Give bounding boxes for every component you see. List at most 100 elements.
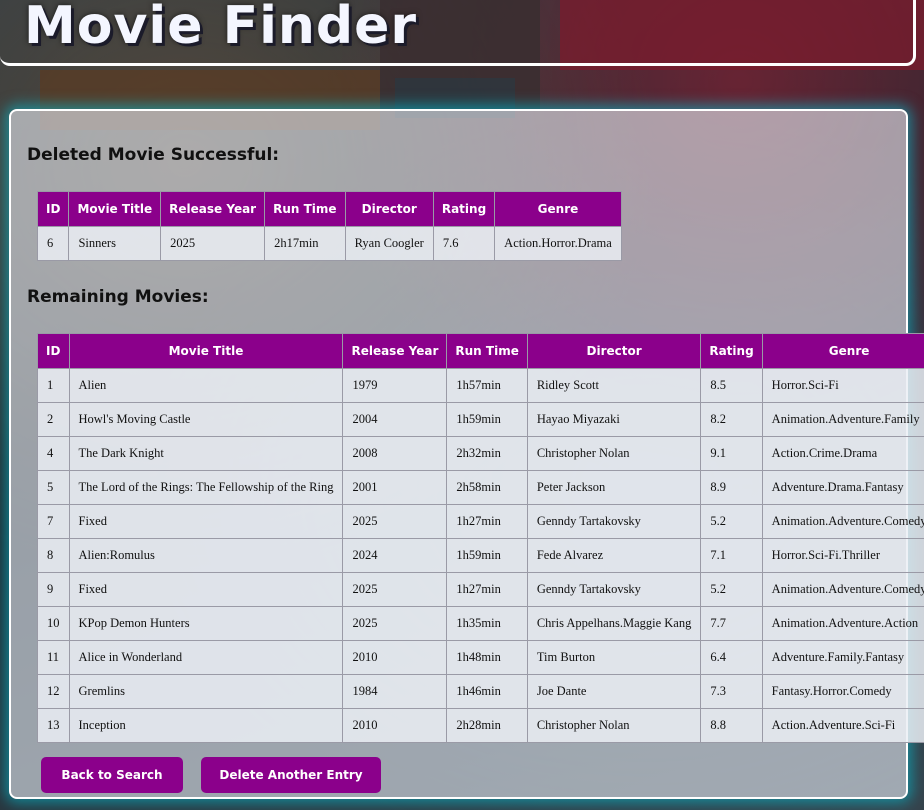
table-cell: Genndy Tartakovsky [526, 504, 702, 539]
column-header: Movie Title [68, 191, 162, 227]
table-cell: Genndy Tartakovsky [526, 572, 702, 607]
column-header: Run Time [264, 191, 346, 227]
column-header: ID [37, 333, 70, 369]
column-header: Genre [494, 191, 622, 227]
table-cell: 8 [37, 538, 70, 573]
column-header: Release Year [160, 191, 266, 227]
column-header: Director [344, 191, 434, 227]
app-header: Movie Finder [0, 0, 916, 66]
table-row: 7 Fixed 2025 1h27min Genndy Tartakovsky 5.2 An… [37, 504, 924, 539]
column-header: Genre [761, 333, 924, 369]
table-cell: 8.2 [700, 402, 763, 437]
table-cell: Adventure.Family.Fantasy [761, 640, 924, 675]
table-cell: 2h32min [446, 436, 528, 471]
table-cell: Action.Crime.Drama [761, 436, 924, 471]
table-cell: Christopher Nolan [526, 708, 702, 743]
table-row: 10 KPop Demon Hunters 2025 1h35min Chris App… [37, 606, 924, 641]
table-cell: 8.9 [700, 470, 763, 505]
table-cell: 2010 [342, 640, 448, 675]
table-cell: 1984 [342, 674, 448, 709]
table-cell: 6 [36, 226, 70, 261]
table-cell: 5 [37, 470, 70, 505]
table-cell: 1h59min [446, 538, 528, 573]
table-cell: Alien [68, 368, 344, 403]
table-cell: Fantasy.Horror.Comedy [761, 674, 924, 709]
column-header: Release Year [342, 333, 448, 369]
table-cell: Fixed [68, 504, 344, 539]
column-header: ID [36, 191, 70, 227]
table-cell: 11 [37, 640, 70, 675]
table-cell: 2010 [342, 708, 448, 743]
table-cell: 7.7 [700, 606, 763, 641]
table-cell: 7.6 [432, 226, 496, 261]
table-row: 9 Fixed 2025 1h27min Genndy Tartakovsky 5.2 An… [37, 572, 924, 607]
table-cell: Alice in Wonderland [68, 640, 344, 675]
back-to-search-button[interactable]: Back to Search [41, 757, 183, 793]
table-cell: Hayao Miyazaki [526, 402, 702, 437]
table-cell: 5.2 [700, 504, 763, 539]
table-cell: 2025 [342, 606, 448, 641]
table-cell: 2 [37, 402, 70, 437]
table-cell: Tim Burton [526, 640, 702, 675]
delete-another-entry-button[interactable]: Delete Another Entry [201, 757, 381, 793]
table-cell: 8.5 [700, 368, 763, 403]
table-cell: Horror.Sci-Fi [761, 368, 924, 403]
table-cell: 9 [37, 572, 70, 607]
table-cell: 13 [37, 708, 70, 743]
table-row: 1 Alien 1979 1h57min Ridley Scott 8.5 Horror.S… [37, 368, 924, 403]
table-cell: Fixed [68, 572, 344, 607]
table-cell: 2025 [342, 504, 448, 539]
table-cell: Howl's Moving Castle [68, 402, 344, 437]
table-cell: 1h48min [446, 640, 528, 675]
app-title: Movie Finder [24, 0, 418, 56]
table-cell: Fede Alvarez [526, 538, 702, 573]
table-cell: 2h58min [446, 470, 528, 505]
table-cell: 1979 [342, 368, 448, 403]
table-cell: 9.1 [700, 436, 763, 471]
table-cell: 1h27min [446, 572, 528, 607]
table-cell: The Dark Knight [68, 436, 344, 471]
table-row: 13 Inception 2010 2h28min Christopher Nolan 8… [37, 708, 924, 743]
column-header: Director [526, 333, 702, 369]
table-row: 4 The Dark Knight 2008 2h32min Christopher N… [37, 436, 924, 471]
table-cell: 4 [37, 436, 70, 471]
deleted-heading: Deleted Movie Successful: [27, 145, 280, 165]
table-cell: 10 [37, 606, 70, 641]
table-cell: Animation.Adventure.Family [761, 402, 924, 437]
deleted-movie-table: ID Movie Title Release Year Run Time Directo… [36, 191, 622, 261]
table-cell: 2001 [342, 470, 448, 505]
table-cell: Peter Jackson [526, 470, 702, 505]
table-cell: Alien:Romulus [68, 538, 344, 573]
table-cell: 2004 [342, 402, 448, 437]
table-cell: Animation.Adventure.Comedy [761, 504, 924, 539]
table-row: 5 The Lord of the Rings: The Fellowship o… [37, 470, 924, 505]
table-row: 2 Howl's Moving Castle 2004 1h59min Hayao Mi… [37, 402, 924, 437]
table-cell: 2h17min [264, 226, 346, 261]
table-row: 6 Sinners 2025 2h17min Ryan Coogler 7.6 Action… [36, 226, 622, 261]
table-cell: Gremlins [68, 674, 344, 709]
table-cell: Animation.Adventure.Action [761, 606, 924, 641]
table-header-row: ID Movie Title Release Year Run Time Directo… [37, 333, 924, 369]
table-cell: Sinners [68, 226, 162, 261]
table-cell: 2008 [342, 436, 448, 471]
table-cell: Ryan Coogler [344, 226, 434, 261]
table-cell: The Lord of the Rings: The Fellowship of… [68, 470, 344, 505]
table-cell: Christopher Nolan [526, 436, 702, 471]
table-cell: Horror.Sci-Fi.Thriller [761, 538, 924, 573]
table-cell: Inception [68, 708, 344, 743]
column-header: Rating [700, 333, 763, 369]
table-cell: 1h46min [446, 674, 528, 709]
table-cell: KPop Demon Hunters [68, 606, 344, 641]
table-cell: Ridley Scott [526, 368, 702, 403]
table-cell: 1h27min [446, 504, 528, 539]
results-panel: Deleted Movie Successful: ID Movie Title R… [9, 109, 924, 799]
table-cell: 7 [37, 504, 70, 539]
table-cell: 1h59min [446, 402, 528, 437]
table-cell: Action.Adventure.Sci-Fi [761, 708, 924, 743]
table-cell: Chris Appelhans.Maggie Kang [526, 606, 702, 641]
column-header: Run Time [446, 333, 528, 369]
table-cell: 8.8 [700, 708, 763, 743]
table-cell: Adventure.Drama.Fantasy [761, 470, 924, 505]
table-cell: 2h28min [446, 708, 528, 743]
table-row: 8 Alien:Romulus 2024 1h59min Fede Alvarez 7.1… [37, 538, 924, 573]
